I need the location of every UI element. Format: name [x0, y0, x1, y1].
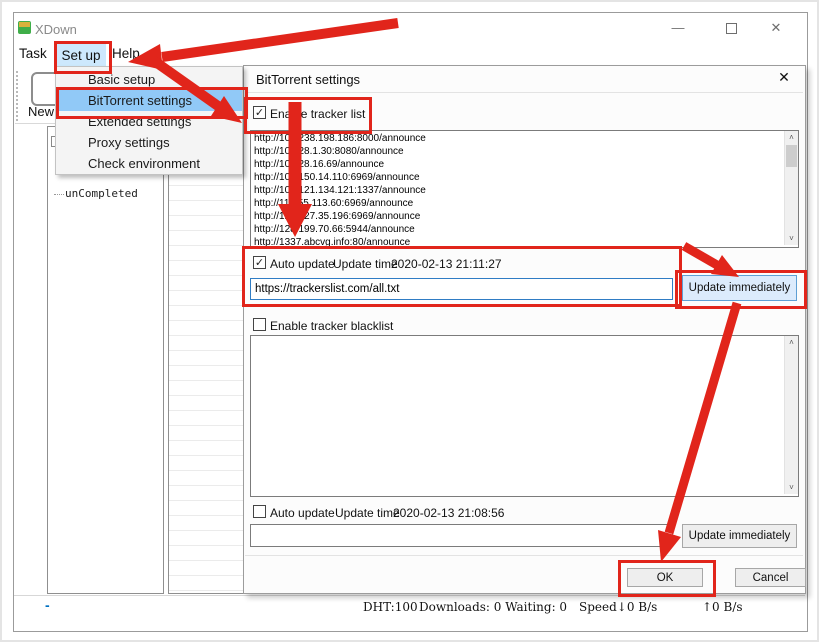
tracker-url: http://1337.abcvg.info:80/announce	[251, 236, 798, 248]
tracker-url: http://104.238.198.186:8000/announce	[251, 132, 798, 145]
check-icon: ✓	[255, 257, 264, 269]
tracker-url: http://114.55.113.60:6969/announce	[251, 197, 798, 210]
auto-update-1-label: Auto update	[270, 257, 335, 271]
tree-connector	[54, 194, 64, 195]
statusbar-divider	[14, 595, 805, 596]
window-title: XDown	[35, 22, 77, 37]
minimize-button[interactable]: —	[661, 15, 695, 41]
update-time-2-label: Update time	[335, 506, 400, 520]
cancel-button[interactable]: Cancel	[735, 568, 806, 587]
tracker-url-list[interactable]: http://104.238.198.186:8000/announce htt…	[250, 130, 799, 248]
update-immediately-2-button[interactable]: Update immediately	[682, 524, 797, 548]
scroll-down-icon[interactable]: ˅	[785, 481, 798, 494]
enable-tracker-blacklist-label: Enable tracker blacklist	[270, 319, 393, 333]
check-icon: ✓	[255, 107, 264, 119]
bittorrent-settings-dialog: BitTorrent settings ✕ ✓ Enable tracker l…	[243, 65, 806, 594]
status-dht: DHT:100	[363, 600, 418, 614]
blacklist-scrollbar[interactable]: ˄ ˅	[784, 336, 798, 494]
status-speed-down: Speed↓0 B/s	[579, 600, 657, 614]
enable-tracker-list-checkbox[interactable]: ✓	[253, 106, 266, 119]
minimize-icon: —	[672, 20, 685, 35]
menu-item-proxy-settings[interactable]: Proxy settings	[56, 132, 242, 153]
tracker-list-url-input[interactable]	[250, 278, 673, 300]
screenshot-canvas: XDown — ✕ Task Set up Help New -·· All u…	[0, 0, 819, 642]
blacklist-url-input[interactable]	[250, 524, 673, 547]
tracker-url: http://125.227.35.196:6969/announce	[251, 210, 798, 223]
maximize-button[interactable]	[714, 15, 748, 41]
menu-item-basic-setup[interactable]: Basic setup	[56, 69, 242, 90]
statusbar-overflow-dash[interactable]: -	[45, 597, 50, 613]
tracker-url: http://109.121.134.121:1337/announce	[251, 184, 798, 197]
maximize-icon	[726, 23, 737, 34]
update-time-1-label: Update time	[333, 257, 398, 271]
menu-item-check-environment[interactable]: Check environment	[56, 153, 242, 174]
menu-help[interactable]: Help	[112, 46, 140, 61]
dialog-close-icon: ✕	[778, 69, 790, 85]
tracker-url: http://107.150.14.110:6969/announce	[251, 171, 798, 184]
close-icon: ✕	[771, 20, 782, 35]
tracker-list-scrollbar[interactable]: ˄ ˅	[784, 131, 798, 245]
dialog-close-button[interactable]: ✕	[774, 69, 794, 86]
tracker-url: http://104.28.16.69/announce	[251, 158, 798, 171]
menu-task[interactable]: Task	[19, 46, 47, 61]
status-downloads: Downloads: 0 Waiting: 0	[419, 600, 567, 614]
enable-tracker-list-label: Enable tracker list	[270, 107, 365, 121]
enable-tracker-blacklist-checkbox[interactable]	[253, 318, 266, 331]
app-icon-detail	[19, 22, 30, 27]
tree-panel: -·· All unCompleted	[47, 126, 164, 594]
auto-update-1-checkbox[interactable]: ✓	[253, 256, 266, 269]
dialog-title: BitTorrent settings	[256, 72, 360, 87]
tree-item-uncompleted[interactable]: unCompleted	[65, 187, 138, 200]
auto-update-2-label: Auto update	[270, 506, 335, 520]
update-time-1-value: 2020-02-13 21:11:27	[391, 257, 502, 271]
menu-setup[interactable]: Set up	[56, 43, 106, 68]
scroll-down-icon[interactable]: ˅	[785, 232, 798, 245]
dialog-title-divider	[245, 92, 803, 93]
tracker-blacklist-box[interactable]: ˄ ˅	[250, 335, 799, 497]
auto-update-2-checkbox[interactable]	[253, 505, 266, 518]
scrollbar-thumb[interactable]	[786, 145, 797, 167]
scroll-up-icon[interactable]: ˄	[785, 131, 798, 144]
ok-button[interactable]: OK	[627, 568, 703, 587]
menu-item-bittorrent-settings[interactable]: BitTorrent settings	[56, 90, 242, 111]
scroll-up-icon[interactable]: ˄	[785, 336, 798, 349]
update-immediately-1-button[interactable]: Update immediately	[682, 275, 797, 301]
update-time-2-value: 2020-02-13 21:08:56	[393, 506, 504, 520]
app-icon	[18, 21, 31, 34]
menu-item-extended-settings[interactable]: Extended settings	[56, 111, 242, 132]
setup-menu: Basic setup BitTorrent settings Extended…	[55, 66, 243, 175]
tracker-url: http://128.199.70.66:5944/announce	[251, 223, 798, 236]
status-speed-up: ↑0 B/s	[702, 600, 743, 614]
close-button[interactable]: ✕	[759, 15, 793, 41]
dialog-footer-divider	[245, 555, 803, 556]
tracker-url: http://104.28.1.30:8080/announce	[251, 145, 798, 158]
